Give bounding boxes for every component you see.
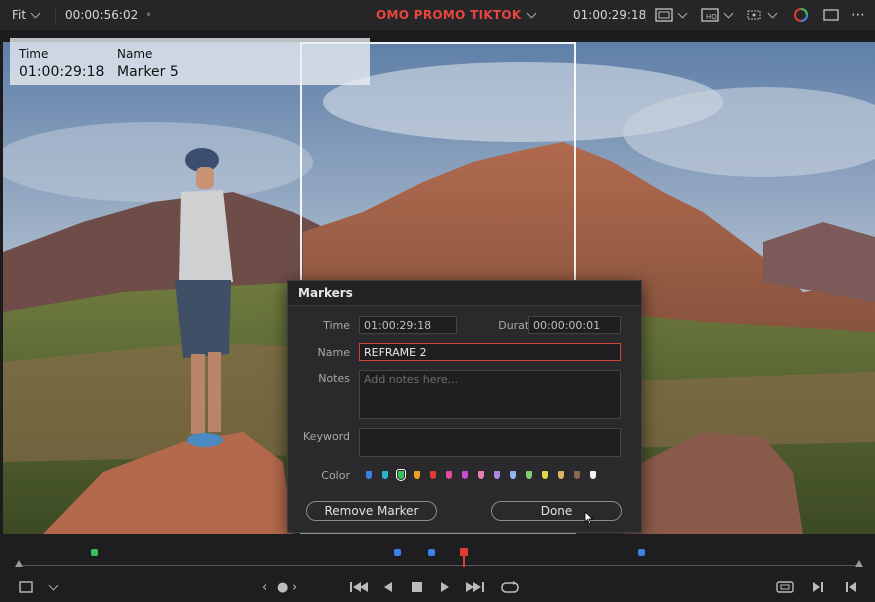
color-swatch[interactable]	[585, 469, 601, 481]
chevron-down-icon	[723, 8, 734, 19]
keyword-label: Keyword	[303, 430, 350, 443]
name-label: Name	[317, 346, 350, 359]
color-swatch[interactable]	[553, 469, 569, 481]
keyword-field[interactable]	[359, 428, 621, 457]
marker-color-picker	[361, 469, 601, 481]
more-options-icon[interactable]: ⋯	[851, 0, 866, 30]
color-swatch[interactable]	[569, 469, 585, 481]
next-clip-button[interactable]: ›	[292, 578, 297, 596]
play-icon	[441, 582, 449, 592]
time-label: Time	[19, 47, 49, 61]
color-swatch[interactable]	[505, 469, 521, 481]
duration-readout: 00:00:56:02	[65, 0, 138, 30]
color-swatch[interactable]	[393, 469, 409, 481]
color-swatch[interactable]	[377, 469, 393, 481]
chevron-down-icon	[526, 8, 536, 19]
name-label: Name	[117, 47, 153, 61]
stop-icon	[412, 582, 422, 592]
svg-text:HQ: HQ	[706, 13, 717, 21]
transform-icon	[747, 10, 761, 20]
scrub-bar[interactable]	[0, 534, 875, 574]
color-swatch[interactable]	[361, 469, 377, 481]
skip-back-icon	[350, 582, 368, 592]
timeline-marker[interactable]	[427, 549, 435, 556]
chevron-down-icon[interactable]	[44, 578, 59, 596]
more-dot-icon[interactable]: •	[145, 0, 152, 30]
previous-frame-icon	[846, 582, 856, 592]
dialog-title: Markers	[288, 281, 641, 306]
out-point-icon[interactable]	[855, 560, 863, 567]
loop-button[interactable]	[500, 578, 520, 596]
color-swatch[interactable]	[409, 469, 425, 481]
duration-value: 00:00:56:02	[65, 8, 139, 22]
color-swatch[interactable]	[489, 469, 505, 481]
loop-icon	[501, 581, 519, 593]
color-swatch[interactable]	[441, 469, 457, 481]
dot-icon[interactable]: ●	[277, 578, 288, 596]
time-value: 01:00:29:18	[19, 64, 105, 80]
color-wheel-icon	[794, 8, 808, 22]
mouse-cursor-icon	[584, 511, 594, 525]
color-wheel-button[interactable]	[793, 0, 809, 30]
timeline-marker[interactable]	[638, 549, 646, 556]
timecode-value: 01:00:29:18	[573, 8, 647, 22]
go-to-end-button[interactable]	[465, 578, 485, 596]
skip-forward-icon	[466, 582, 484, 592]
divider	[55, 7, 56, 23]
timeline-marker[interactable]	[393, 549, 401, 556]
time-field[interactable]: 01:00:29:18	[359, 316, 457, 334]
viewer-toolbar: Fit 00:00:56:02 • OMO PROMO TIKTOK 01:00…	[0, 0, 875, 30]
time-label: Time	[323, 319, 350, 332]
chevron-down-icon	[767, 8, 778, 19]
timeline-track[interactable]	[18, 565, 860, 566]
name-value: Marker 5	[117, 64, 179, 80]
notes-field[interactable]: Add notes here...	[359, 370, 621, 419]
name-field[interactable]: REFRAME 2	[359, 343, 621, 361]
color-swatch[interactable]	[537, 469, 553, 481]
safe-area-button[interactable]	[775, 578, 795, 596]
play-reverse-icon	[384, 582, 392, 592]
color-swatch[interactable]	[473, 469, 489, 481]
transport-controls	[0, 574, 875, 602]
notes-label: Notes	[318, 372, 350, 385]
zoom-label: Fit	[12, 8, 27, 22]
next-frame-button[interactable]	[812, 578, 824, 596]
single-viewer-button[interactable]	[823, 0, 839, 30]
chevron-down-icon	[677, 8, 688, 19]
marker-info-overlay: Time 01:00:29:18 Name Marker 5	[10, 38, 370, 85]
project-title-dropdown[interactable]: OMO PROMO TIKTOK	[376, 0, 536, 30]
hq-playback-button[interactable]: HQ	[701, 0, 734, 30]
zoom-dropdown[interactable]: Fit	[12, 0, 41, 30]
viewer-overlay-button[interactable]	[655, 0, 688, 30]
frame-overlay-icon	[655, 8, 673, 22]
play-reverse-button[interactable]	[383, 578, 393, 596]
done-button[interactable]: Done	[491, 501, 622, 521]
next-frame-icon	[813, 582, 823, 592]
color-swatch[interactable]	[521, 469, 537, 481]
playhead-line	[463, 555, 466, 567]
safe-area-icon	[776, 581, 794, 593]
frame-icon	[19, 581, 33, 593]
color-swatch[interactable]	[425, 469, 441, 481]
remove-marker-button[interactable]: Remove Marker	[306, 501, 437, 521]
viewer-size-button[interactable]	[18, 578, 34, 596]
project-title: OMO PROMO TIKTOK	[376, 8, 522, 22]
transform-button[interactable]	[745, 0, 778, 30]
hq-icon: HQ	[701, 8, 719, 22]
go-to-start-button[interactable]	[349, 578, 369, 596]
viewer-mode-icon	[823, 9, 839, 21]
previous-clip-button[interactable]: ‹	[262, 578, 267, 596]
stop-button[interactable]	[411, 578, 423, 596]
divider	[645, 7, 646, 23]
timeline-marker[interactable]	[90, 549, 98, 556]
play-button[interactable]	[440, 578, 450, 596]
previous-frame-button[interactable]	[845, 578, 857, 596]
timecode-readout: 01:00:29:18	[573, 0, 646, 30]
color-label: Color	[321, 469, 350, 482]
markers-dialog: Markers Time 01:00:29:18 Duration 00:00:…	[287, 280, 642, 533]
in-point-icon[interactable]	[15, 560, 23, 567]
color-swatch[interactable]	[457, 469, 473, 481]
chevron-down-icon	[30, 8, 41, 19]
duration-field[interactable]: 00:00:00:01	[528, 316, 621, 334]
